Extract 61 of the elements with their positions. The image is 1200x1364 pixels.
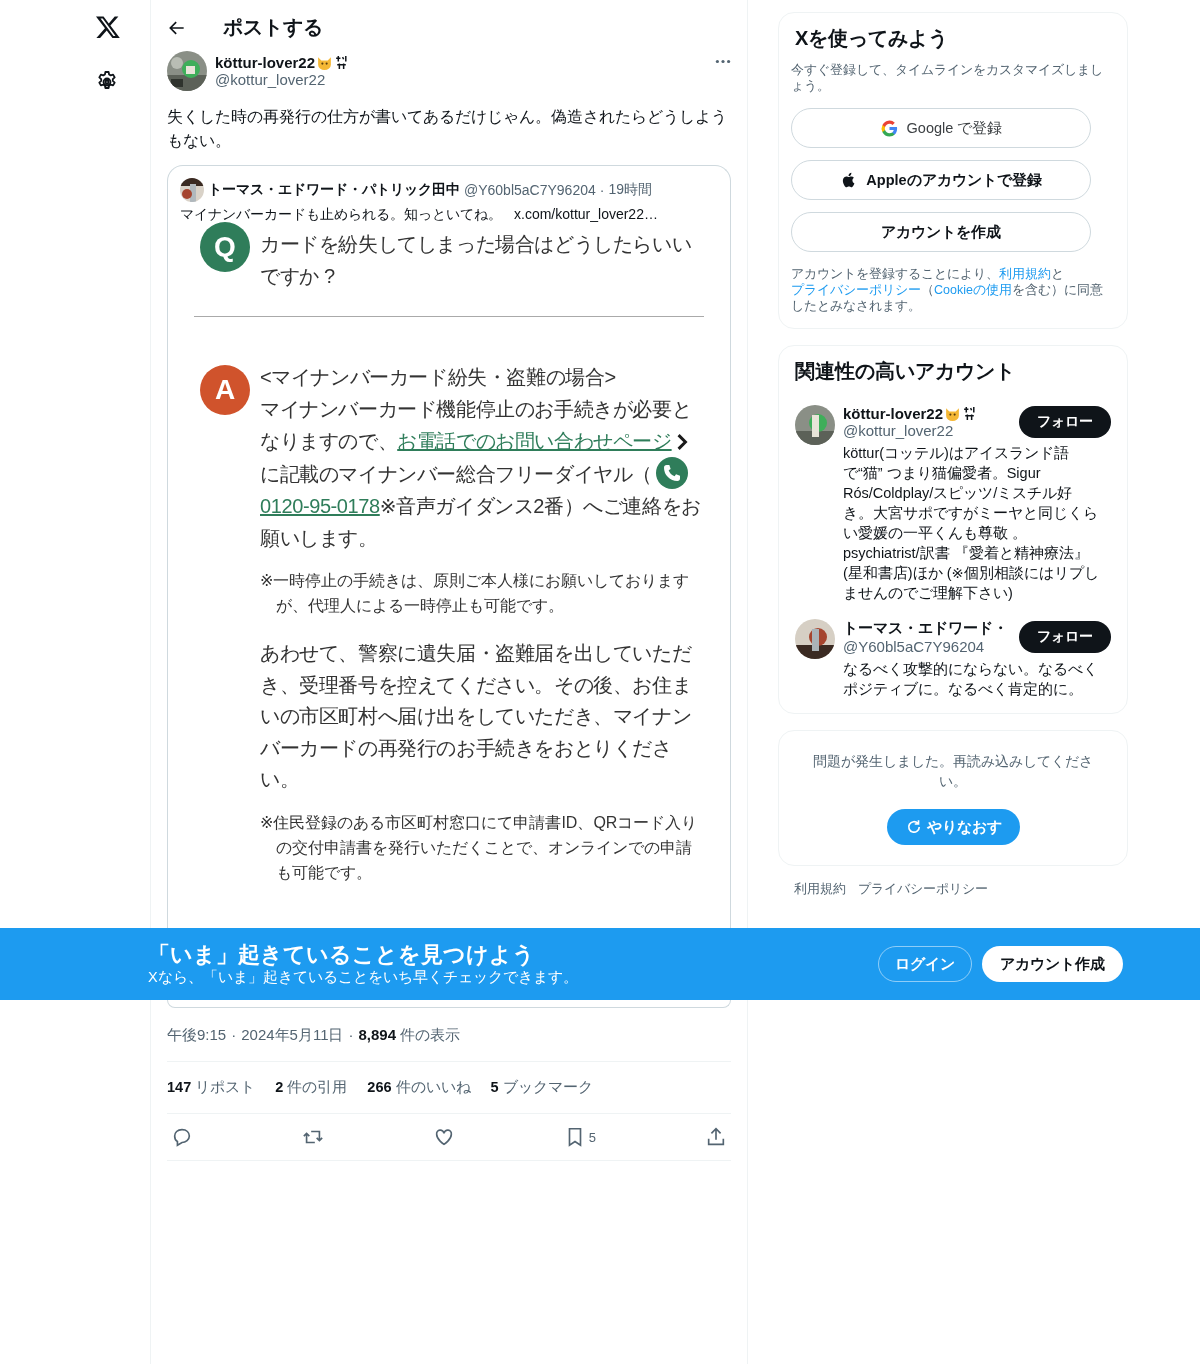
card-title: 関連性の高いアカウント [795,359,1016,384]
footer-link[interactable]: 利用規約 [794,880,846,898]
author-name[interactable]: köttur-lover22 [215,54,316,71]
more-icon[interactable] [715,59,731,64]
signup-subtitle: 今すぐ登録して、タイムラインをカスタマイズしましょう。 [791,62,1104,94]
quoted-post[interactable] [167,165,731,928]
follow-button[interactable]: フォロー [1019,621,1111,653]
team-badge-icon [962,406,978,421]
question-mark-badge: Q [200,222,250,272]
create-account-button[interactable]: アカウントを作成 [791,212,1091,252]
post-stat[interactable]: 147 リポスト [167,1078,256,1097]
share-icon[interactable] [705,1126,727,1148]
question-text: カードを紛失してしまった場合はどうしたらいいですか ? [260,232,693,289]
quote-time: 19時間 [608,181,652,199]
author-handle[interactable]: @kottur_lover22 [215,71,707,88]
chevron-icon [675,434,688,450]
banner-subtitle: Xなら、「いま」起きていることをいち早くチェックできます。 [148,967,578,987]
account-handle[interactable]: @kottur_lover22 [843,422,978,439]
separator-dot: · [348,1026,354,1045]
post-time[interactable]: 午後9:15 [167,1026,227,1045]
google-signup-button[interactable]: Google で登録 [791,108,1091,148]
quote-text: マイナンバーカードも止められる。知っといてね。 [180,206,502,224]
google-icon [879,118,899,138]
team-badge-icon [334,55,350,70]
answer-text: マイナンバーカード機能停止のお手続きが必要となりますので、お電話でのお問い合わせページ に記載のマイナンバー総合フリーダイヤル（ 0120-95-0178※音声ガイダンス2番）へご連絡をお願いします。 [260,397,702,551]
x-logo-icon[interactable] [94,14,122,40]
follow-button[interactable]: フォロー [1019,406,1111,438]
answer-text: あわせて、警察に遺失届・盗難届を出していただき、受理番号を控えてください。その後、お住まいの市区町村へ届け出をしていただき、マイナンバーカードの再発行のお手続きをおとりください。 [260,641,693,792]
card-title: Xを使ってみよう [795,26,950,51]
footer-link[interactable]: プライバシーポリシー [858,880,988,898]
bookmark-count: 5 [588,1129,597,1145]
separator-dot: · [599,182,605,198]
account-name[interactable]: トーマス・エドワード・ [843,619,1008,638]
account-handle[interactable]: @Y60bl5aC7Y96204 [843,638,1008,655]
note-text: ※住民登録のある市区町村窓口にて申請書ID、QRコード入りの交付申請書を発行いただくことで、オンラインでの申請も可能です。 [260,812,699,883]
account-bio: なるべく攻撃的にならない。なるべくポジティブに。なるべく肯定的に。 [843,660,1099,699]
account-bio: köttur(コッテル)はアイスランド語で“猫” つまり猫偏愛者。Sigur Rós/Coldplay/スピッツ/ミスチル好き。大宮サポですがミーヤと同じくらい愛媛の一平くんも尊敬 。psychiatrist/訳書 『愛着と精神療法』(星和書店)ほか (※個別相談にはリプしませんのでご理解下さい) [843,444,1099,603]
post-text: 失くした時の再発行の仕方が書いてあるだけじゃん。偽造されたらどうしようもない。 [167,107,728,151]
post-date[interactable]: 2024年5月11日 [241,1026,344,1045]
page-title: ポストする [223,15,323,40]
answer-heading: <マイナンバーカード紛失・盗難の場合> [260,365,617,390]
post-stat[interactable]: 2 件の引用 [275,1078,348,1097]
quote-author-handle: @Y60bl5aC7Y96204 [464,182,596,198]
reply-icon[interactable] [171,1126,193,1148]
signup-button[interactable]: アカウント作成 [982,946,1123,982]
phone-number-link[interactable]: 0120-95-0178 [260,495,380,517]
quote-link[interactable]: x.com/kottur_lover22… [514,206,658,224]
post-stat[interactable]: 266 件のいいね [367,1078,471,1097]
quote-author-name: トーマス・エドワード・パトリック田中 [208,181,460,199]
post-stat[interactable]: 5 ブックマーク [490,1078,593,1097]
view-count: 8,894 件の表示 [358,1026,461,1045]
banner-title: 「いま」起きていることを見つけよう [148,941,536,968]
legal-text: アカウントを登録することにより、利用規約 と プライバシーポリシー（Cookieの使用を含む）に同意したとみなされます。 [791,266,1104,314]
answer-mark-badge: A [200,365,250,415]
apple-signup-button[interactable]: Appleのアカウントで登録 [791,160,1091,200]
error-message: 問題が発生しました。再読み込みしてください。 [812,752,1094,791]
inquiry-page-link[interactable]: お電話でのお問い合わせページ [397,430,672,452]
note-text: ※一時停止の手続きは、原則ご本人様にお願いしておりますが、代理人による一時停止も可能です。 [260,571,691,616]
phone-icon [656,457,688,489]
separator-dot: · [231,1026,237,1045]
account-name[interactable]: köttur-lover22 [843,405,944,422]
